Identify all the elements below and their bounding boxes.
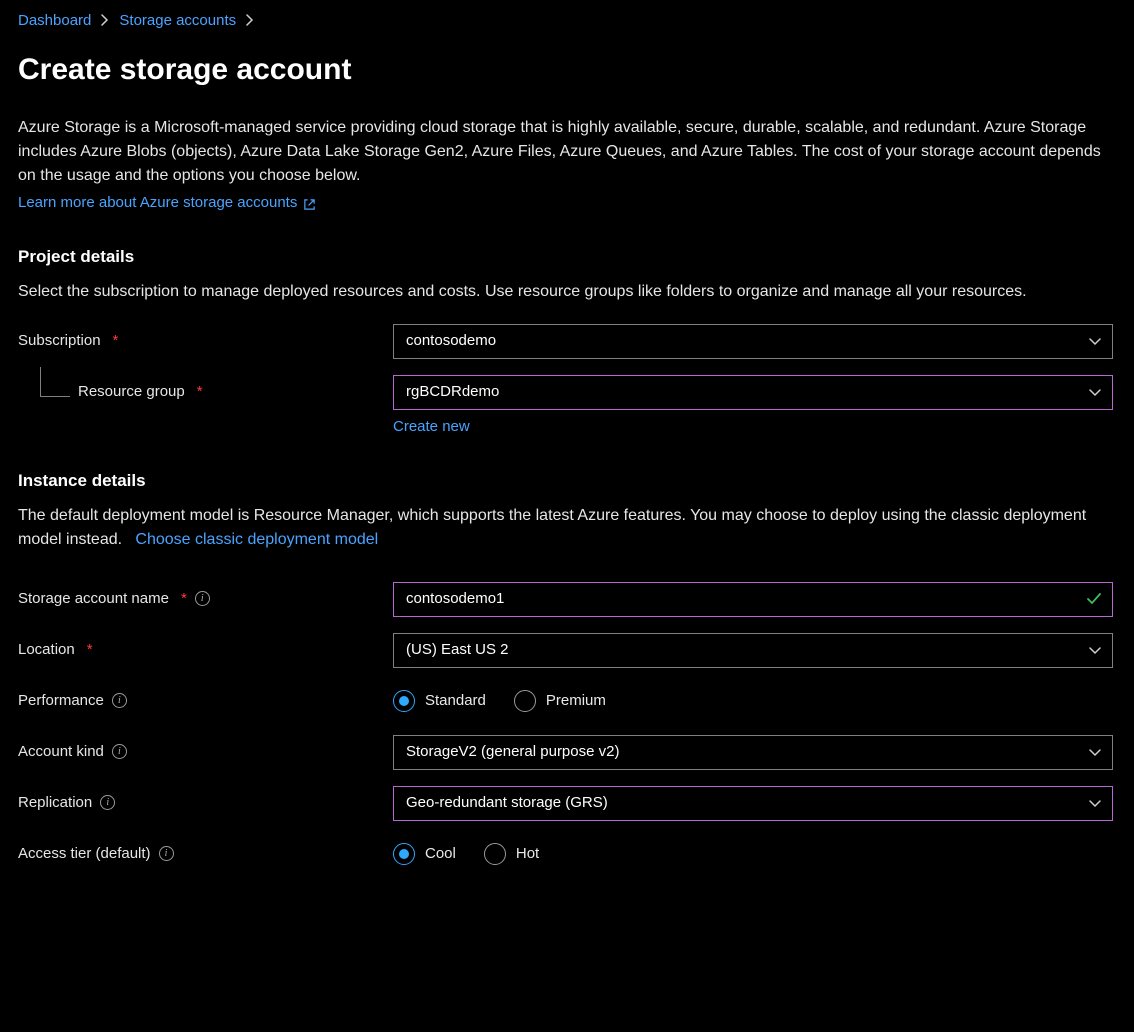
breadcrumb-storage-accounts[interactable]: Storage accounts (119, 10, 236, 33)
chevron-down-icon (1088, 796, 1102, 810)
performance-standard-label: Standard (425, 690, 486, 713)
account-kind-label: Account kind (18, 741, 104, 764)
info-icon[interactable]: i (112, 693, 127, 708)
storage-name-input[interactable]: contosodemo1 (393, 582, 1113, 617)
required-icon: * (197, 381, 203, 404)
access-tier-hot-radio[interactable]: Hot (484, 843, 539, 866)
account-kind-dropdown[interactable]: StorageV2 (general purpose v2) (393, 735, 1113, 770)
tree-connector-icon (40, 367, 70, 397)
chevron-right-icon (101, 12, 109, 32)
replication-value: Geo-redundant storage (GRS) (406, 792, 608, 815)
storage-name-value: contosodemo1 (406, 588, 504, 611)
chevron-down-icon (1088, 745, 1102, 759)
location-label: Location (18, 639, 75, 662)
project-details-desc: Select the subscription to manage deploy… (18, 280, 1116, 304)
learn-more-link-text: Learn more about Azure storage accounts (18, 192, 297, 215)
chevron-down-icon (1088, 334, 1102, 348)
instance-details-desc: The default deployment model is Resource… (18, 504, 1116, 552)
create-new-link[interactable]: Create new (393, 416, 470, 439)
breadcrumb-dashboard[interactable]: Dashboard (18, 10, 91, 33)
chevron-right-icon (246, 12, 254, 32)
info-icon[interactable]: i (112, 744, 127, 759)
info-icon[interactable]: i (159, 846, 174, 861)
instance-details-heading: Instance details (18, 468, 1116, 494)
account-kind-value: StorageV2 (general purpose v2) (406, 741, 619, 764)
subscription-dropdown[interactable]: contosodemo (393, 324, 1113, 359)
performance-standard-radio[interactable]: Standard (393, 690, 486, 713)
required-icon: * (181, 588, 187, 611)
external-link-icon (303, 196, 316, 209)
performance-label: Performance (18, 690, 104, 713)
access-tier-hot-label: Hot (516, 843, 539, 866)
location-value: (US) East US 2 (406, 639, 509, 662)
chevron-down-icon (1088, 385, 1102, 399)
performance-premium-label: Premium (546, 690, 606, 713)
page-title: Create storage account (18, 47, 1116, 92)
info-icon[interactable]: i (100, 795, 115, 810)
subscription-label: Subscription (18, 330, 101, 353)
project-details-heading: Project details (18, 244, 1116, 270)
resource-group-value: rgBCDRdemo (406, 381, 499, 404)
check-icon (1086, 591, 1102, 607)
replication-dropdown[interactable]: Geo-redundant storage (GRS) (393, 786, 1113, 821)
storage-name-label: Storage account name (18, 588, 169, 611)
performance-premium-radio[interactable]: Premium (514, 690, 606, 713)
learn-more-link[interactable]: Learn more about Azure storage accounts (18, 192, 316, 215)
required-icon: * (113, 330, 119, 353)
chevron-down-icon (1088, 643, 1102, 657)
choose-classic-link[interactable]: Choose classic deployment model (135, 531, 378, 548)
performance-radio-group: Standard Premium (393, 684, 1113, 719)
intro-text: Azure Storage is a Microsoft-managed ser… (18, 116, 1116, 188)
info-icon[interactable]: i (195, 591, 210, 606)
resource-group-label: Resource group (78, 381, 185, 404)
required-icon: * (87, 639, 93, 662)
breadcrumb: Dashboard Storage accounts (18, 10, 1116, 33)
replication-label: Replication (18, 792, 92, 815)
subscription-value: contosodemo (406, 330, 496, 353)
access-tier-label: Access tier (default) (18, 843, 151, 866)
location-dropdown[interactable]: (US) East US 2 (393, 633, 1113, 668)
access-tier-cool-radio[interactable]: Cool (393, 843, 456, 866)
access-tier-cool-label: Cool (425, 843, 456, 866)
resource-group-dropdown[interactable]: rgBCDRdemo (393, 375, 1113, 410)
access-tier-radio-group: Cool Hot (393, 837, 1113, 872)
